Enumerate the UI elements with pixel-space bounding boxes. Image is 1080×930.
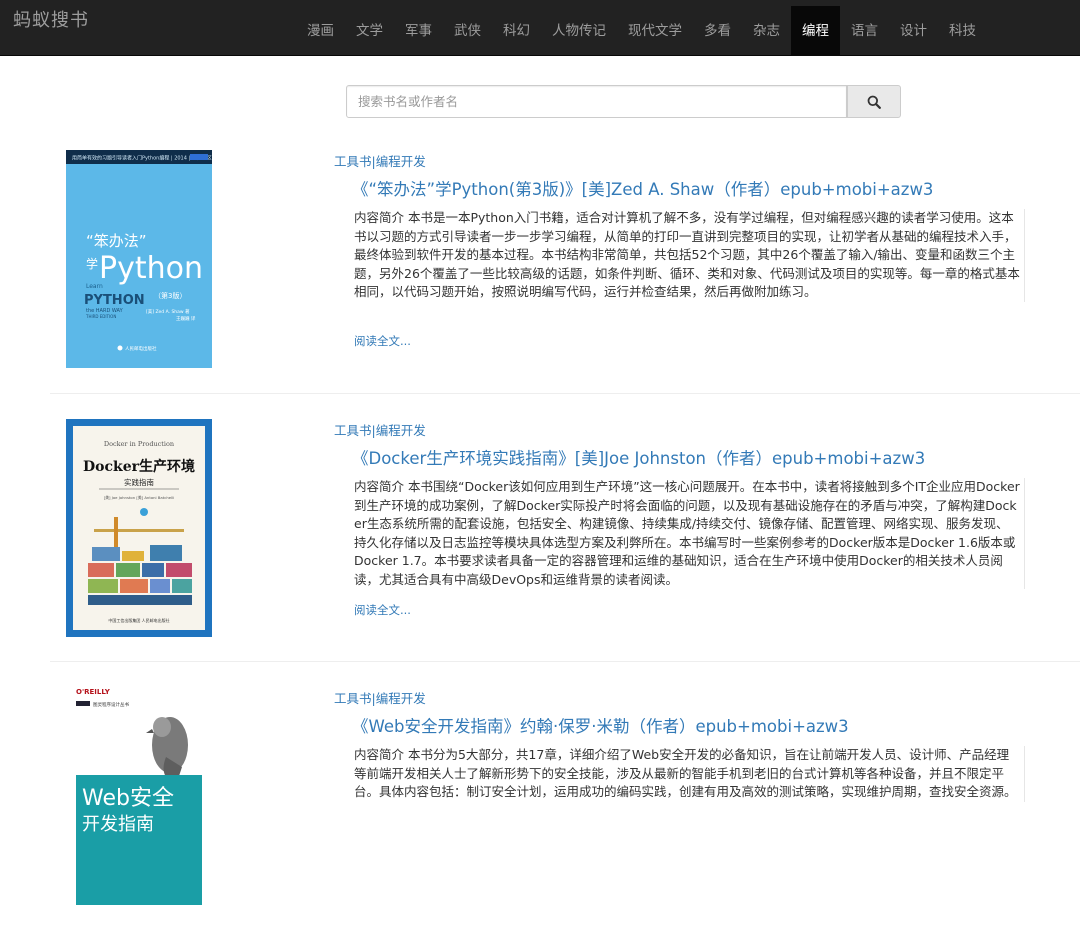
svg-text:Docker in Production: Docker in Production bbox=[104, 440, 174, 448]
top-navbar: 蚂蚁搜书 漫画 文学 军事 武侠 科幻 人物传记 现代文学 多看 杂志 编程 语… bbox=[0, 0, 1080, 56]
svg-text:Python: Python bbox=[99, 251, 203, 286]
svg-text:中国工信出版集团 人民邮电出版社: 中国工信出版集团 人民邮电出版社 bbox=[108, 617, 169, 623]
svg-text:学: 学 bbox=[86, 256, 98, 271]
nav-item-biancheng[interactable]: 编程 bbox=[791, 6, 840, 56]
nav-item-renwuzhuanji[interactable]: 人物传记 bbox=[541, 6, 617, 56]
svg-text:[美] Joe Johnston [美] Antoni B: [美] Joe Johnston [美] Antoni Batchelli bbox=[104, 495, 174, 500]
svg-text:Learn: Learn bbox=[86, 283, 103, 290]
book-title[interactable]: 《Web安全开发指南》约翰·保罗·米勒（作者）epub+mobi+azw3 bbox=[352, 713, 849, 737]
book-title[interactable]: 《Docker生产环境实践指南》[美]Joe Johnston（作者）epub+… bbox=[352, 445, 925, 469]
read-more-link[interactable]: 阅读全文... bbox=[354, 602, 411, 618]
book-category[interactable]: 工具书|编程开发 bbox=[334, 688, 426, 707]
book-cover-web-security[interactable]: O'REILLY 图灵程序设计丛书 Web安全 开发指南 bbox=[66, 687, 212, 905]
svg-text:王巍巍 译: 王巍巍 译 bbox=[176, 315, 196, 322]
nav-item-xiandaiwenxue[interactable]: 现代文学 bbox=[617, 6, 693, 56]
nav-item-manhua[interactable]: 漫画 bbox=[296, 6, 345, 56]
svg-text:（第3版）: （第3版） bbox=[154, 291, 186, 300]
site-brand[interactable]: 蚂蚁搜书 bbox=[13, 9, 89, 33]
nav-item-keji[interactable]: 科技 bbox=[938, 6, 987, 56]
nav-item-yuyan[interactable]: 语言 bbox=[840, 6, 889, 56]
book-cover-docker[interactable]: Docker in Production Docker生产环境 实践指南 [美]… bbox=[66, 419, 212, 637]
svg-text:PYTHON: PYTHON bbox=[84, 293, 145, 308]
nav-item-kehuan[interactable]: 科幻 bbox=[492, 6, 541, 56]
nav-item-zazhi[interactable]: 杂志 bbox=[742, 6, 791, 56]
svg-text:[美] Zed A. Shaw 著: [美] Zed A. Shaw 著 bbox=[146, 308, 190, 315]
nav-item-sheji[interactable]: 设计 bbox=[889, 6, 938, 56]
book-item: O'REILLY 图灵程序设计丛书 Web安全 开发指南 工具书|编程开发 《W… bbox=[50, 661, 1080, 930]
book-item: Docker in Production Docker生产环境 实践指南 [美]… bbox=[50, 393, 1080, 662]
book-description: 内容简介 本书分为5大部分，共17章，详细介绍了Web安全开发的必备知识，旨在让… bbox=[354, 746, 1025, 802]
book-item: 用简单有效的习题引导读者入门Python编程 | 2014 | 图灵社区 “笨办… bbox=[50, 125, 1080, 393]
svg-text:THIRD EDITION: THIRD EDITION bbox=[85, 314, 116, 319]
svg-text:Docker生产环境: Docker生产环境 bbox=[83, 458, 195, 475]
search-button[interactable] bbox=[847, 85, 901, 118]
svg-text:图灵程序设计丛书: 图灵程序设计丛书 bbox=[93, 701, 129, 708]
search-bar bbox=[346, 85, 901, 118]
book-title[interactable]: 《“笨办法”学Python(第3版)》[美]Zed A. Shaw（作者）epu… bbox=[352, 176, 933, 200]
book-description: 内容简介 本书是一本Python入门书籍，适合对计算机了解不多，没有学过编程，但… bbox=[354, 209, 1025, 302]
search-input[interactable] bbox=[346, 85, 847, 118]
nav-item-wenxue[interactable]: 文学 bbox=[345, 6, 394, 56]
book-cover-python[interactable]: 用简单有效的习题引导读者入门Python编程 | 2014 | 图灵社区 “笨办… bbox=[66, 150, 212, 368]
nav-item-duokan[interactable]: 多看 bbox=[693, 6, 742, 56]
book-category[interactable]: 工具书|编程开发 bbox=[334, 420, 426, 439]
book-description: 内容简介 本书围绕“Docker该如何应用到生产环境”这一核心问题展开。在本书中… bbox=[354, 478, 1025, 589]
category-nav: 漫画 文学 军事 武侠 科幻 人物传记 现代文学 多看 杂志 编程 语言 设计 … bbox=[296, 6, 987, 56]
svg-text:开发指南: 开发指南 bbox=[82, 814, 154, 835]
svg-text:O'REILLY: O'REILLY bbox=[76, 688, 111, 696]
nav-item-junshi[interactable]: 军事 bbox=[394, 6, 443, 56]
svg-text:“笨办法”: “笨办法” bbox=[86, 232, 147, 250]
nav-item-wuxia[interactable]: 武侠 bbox=[443, 6, 492, 56]
search-icon bbox=[867, 95, 881, 109]
svg-text:Web安全: Web安全 bbox=[82, 786, 174, 811]
read-more-link[interactable]: 阅读全文... bbox=[354, 333, 411, 349]
svg-text:人民邮电出版社: 人民邮电出版社 bbox=[125, 345, 157, 352]
svg-text:实践指南: 实践指南 bbox=[124, 477, 154, 487]
book-category[interactable]: 工具书|编程开发 bbox=[334, 151, 426, 170]
